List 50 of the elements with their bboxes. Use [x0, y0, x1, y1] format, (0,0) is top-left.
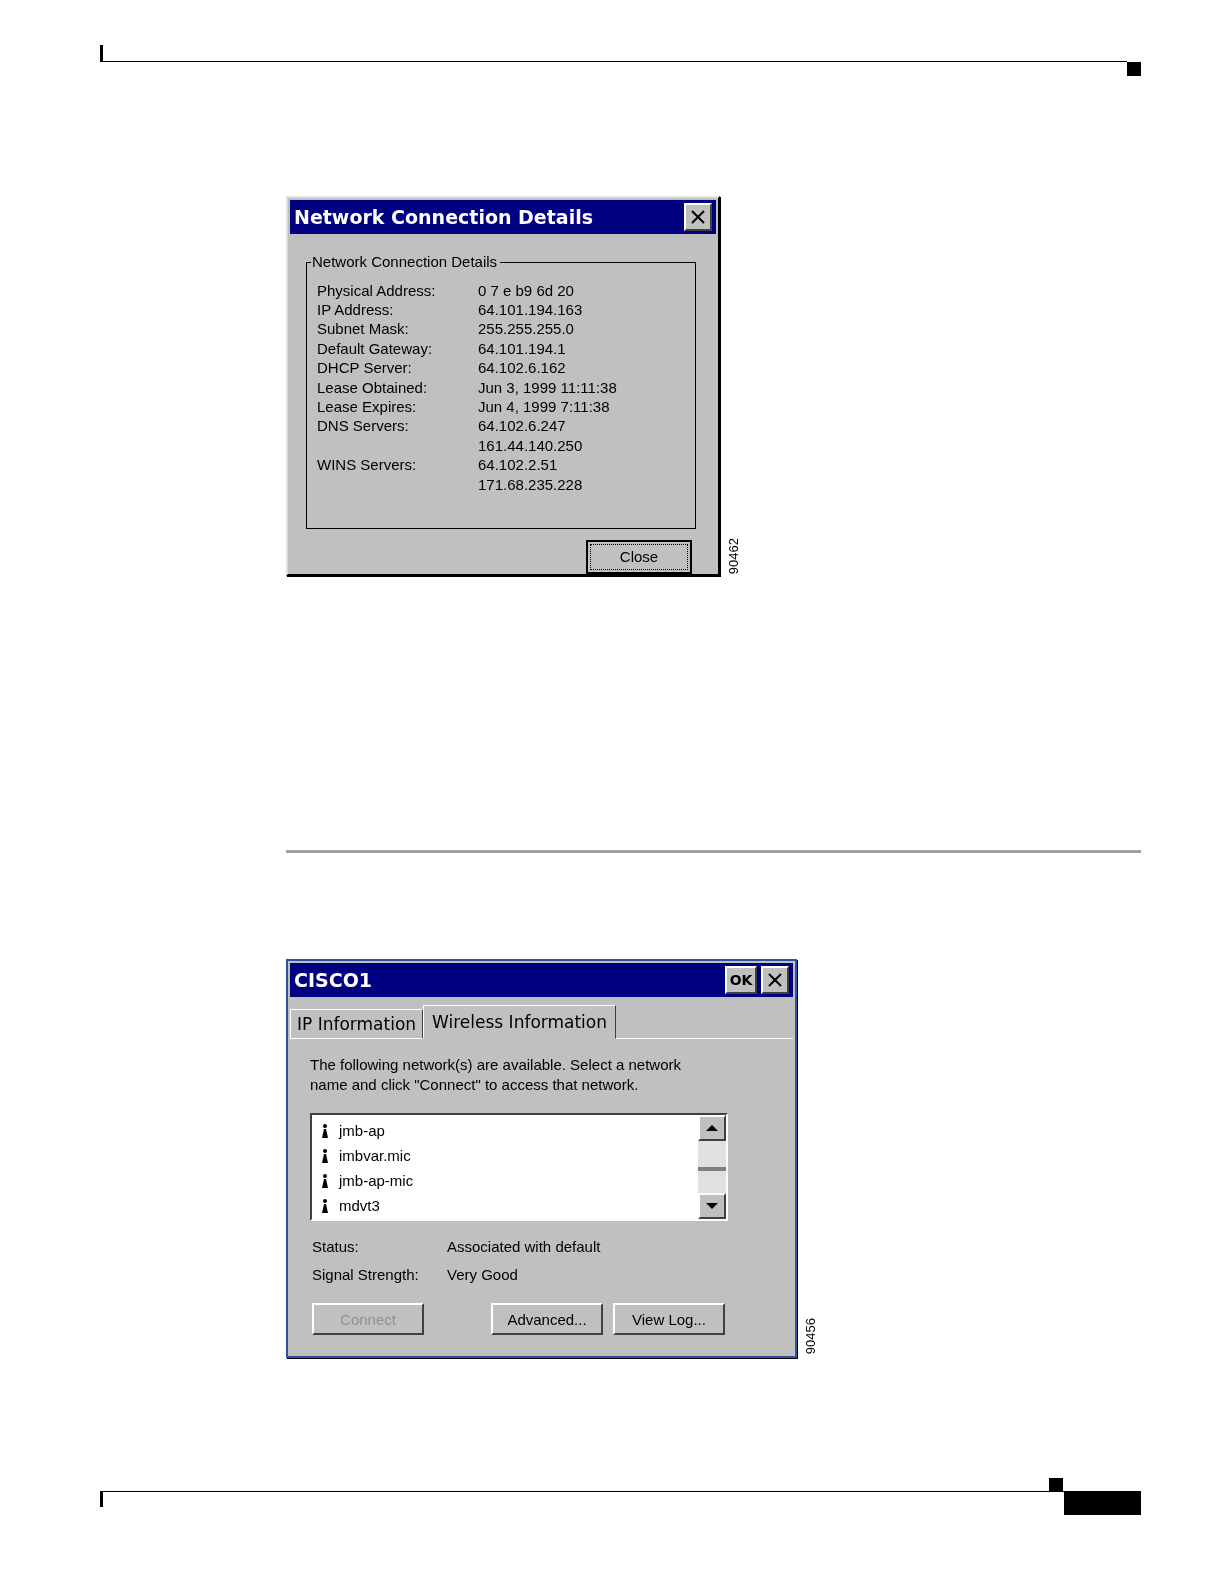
- close-button[interactable]: [761, 966, 789, 994]
- field-value: 255.255.255.0: [478, 319, 575, 339]
- field-value: Jun 4, 1999 7:11:38: [478, 397, 611, 417]
- field-label: WINS Servers:: [317, 455, 418, 476]
- dialog-button[interactable]: View Log...: [613, 1303, 725, 1335]
- dialog-button[interactable]: Advanced...: [491, 1303, 603, 1335]
- close-icon: [691, 209, 705, 224]
- network-item[interactable]: jmb-ap-mic: [312, 1168, 698, 1193]
- close-icon: [768, 973, 782, 987]
- antenna-icon: [320, 1122, 330, 1139]
- field-label: IP Address:: [317, 300, 395, 320]
- status-value: Associated with default: [447, 1237, 602, 1257]
- field-value: 161.44.140.250: [478, 435, 584, 456]
- field-label: Subnet Mask:: [317, 319, 410, 339]
- instruction-text: The following network(s) are available. Select a network name and click "Connect" to access that network.: [310, 1055, 682, 1095]
- field-value: 64.101.194.163: [478, 300, 584, 320]
- close-button[interactable]: Close: [586, 540, 692, 574]
- status-value: Very Good: [447, 1265, 519, 1285]
- field-value: 64.102.2.51: [478, 455, 559, 475]
- antenna-icon: [320, 1197, 330, 1214]
- antenna-icon: [320, 1147, 330, 1164]
- field-value: Jun 3, 1999 11:11:38: [478, 377, 618, 398]
- network-item[interactable]: mdvt3: [312, 1193, 698, 1218]
- network-item[interactable]: imbvar.mic: [312, 1143, 698, 1168]
- window-title: CISCO1: [294, 969, 373, 991]
- antenna-icon: [320, 1172, 330, 1189]
- field-value: 64.101.194.1: [478, 338, 567, 359]
- field-label: Default Gateway:: [317, 338, 434, 359]
- field-value: 64.102.6.162: [478, 358, 567, 378]
- scrollbar[interactable]: [698, 1115, 726, 1219]
- status-label: Signal Strength:: [312, 1265, 420, 1285]
- window-title: Network Connection Details: [294, 205, 594, 228]
- field-label: DNS Servers:: [317, 416, 410, 437]
- field-value: 64.102.6.247: [478, 416, 567, 436]
- field-value: 0 7 e b9 6d 20: [478, 280, 575, 301]
- up-arrow-icon: [706, 1124, 718, 1132]
- field-label: Lease Expires:: [317, 397, 418, 417]
- ok-button[interactable]: OK: [725, 966, 757, 994]
- field-value: 171.68.235.228: [478, 474, 584, 495]
- tab[interactable]: IP Information: [290, 1009, 424, 1039]
- tab[interactable]: Wireless Information: [423, 1005, 617, 1039]
- close-button[interactable]: [684, 202, 712, 231]
- status-label: Status:: [312, 1237, 360, 1257]
- field-label: DHCP Server:: [317, 358, 413, 378]
- field-label: Physical Address:: [317, 280, 437, 301]
- figure-number: 90456: [803, 1317, 818, 1354]
- field-label: Lease Obtained:: [317, 377, 429, 398]
- figure-number: 90462: [726, 537, 741, 574]
- network-item[interactable]: jmb-ap: [312, 1118, 698, 1143]
- down-arrow-icon: [706, 1202, 718, 1210]
